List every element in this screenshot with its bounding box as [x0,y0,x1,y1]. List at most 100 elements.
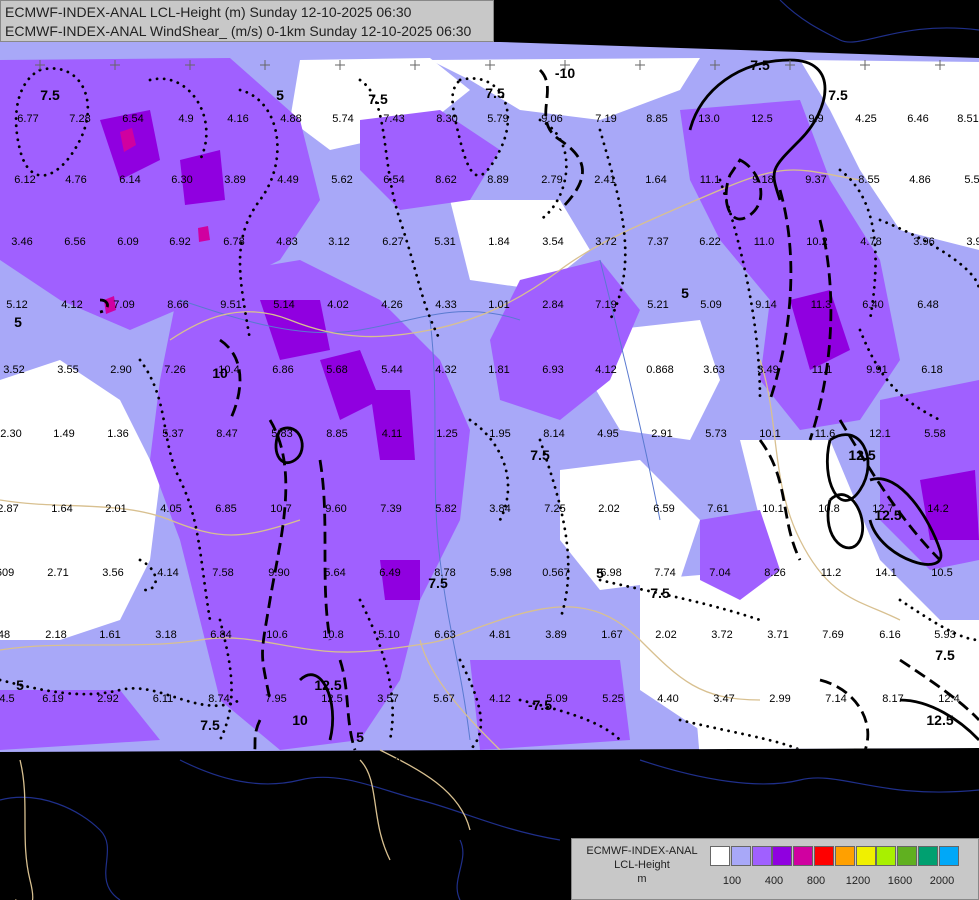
grid-value-label: 8.89 [487,174,508,186]
grid-value-label: 4.41 [35,756,56,768]
contour-label: 7.5 [750,57,770,73]
grid-value-label: 4.78 [860,236,881,248]
grid-value-label: 9.90 [268,567,289,579]
legend-tick: 2000 [929,875,955,887]
grid-value-label: 6.40 [862,299,883,311]
grid-value-label: 2.91 [651,428,672,440]
grid-value-label: 2.01 [105,503,126,515]
grid-value-label: 9.9 [808,113,823,125]
legend-swatch [793,846,814,866]
grid-value-label: 4.00 [379,756,400,768]
grid-value-label: 11.6 [815,428,836,440]
grid-value-label: 6.27 [382,236,403,248]
grid-value-label: 5.14 [273,299,294,311]
grid-value-label: 2.61 [92,756,113,768]
grid-value-label: 5.16 [207,756,228,768]
grid-value-label: 6.92 [169,236,190,248]
grid-value-label: 6.49 [379,567,400,579]
contour-label: 12.5 [848,447,875,463]
grid-value-label: 8.74 [208,693,229,705]
grid-value-label: 3.56 [102,567,123,579]
grid-value-label: 6.78 [223,236,244,248]
grid-value-label: 1.61 [99,629,120,641]
grid-value-label: 2.41 [594,174,615,186]
grid-value-label: 8.51 [957,113,978,125]
grid-value-label: 3.46 [11,236,32,248]
grid-value-label: 12.4 [938,693,959,705]
title-line-1: ECMWF-INDEX-ANAL LCL-Height (m) Sunday 1… [5,4,412,20]
grid-value-label: 7.61 [707,503,728,515]
grid-value-label: 8.14 [543,428,564,440]
grid-value-label: 6.22 [699,236,720,248]
grid-value-label: 3.89 [545,629,566,641]
grid-value-label: 5.44 [381,364,402,376]
grid-value-label: 6.85 [215,503,236,515]
legend-tick: 1600 [887,875,913,887]
grid-value-label: 5.58 [924,428,945,440]
grid-value-label: 5.93 [934,629,955,641]
grid-value-label: 3.57 [377,693,398,705]
grid-value-label: 3.21 [322,756,343,768]
grid-value-label: 1.49 [53,428,74,440]
legend-line-1: ECMWF-INDEX-ANAL [586,845,698,857]
grid-value-label: 7 [1,756,7,768]
grid-value-label: 6.14 [119,174,140,186]
grid-value-label: 1.67 [601,629,622,641]
grid-value-label: 8.55 [858,174,879,186]
contour-label: 7.5 [485,85,505,101]
grid-value-label: 11.3 [811,299,832,311]
legend-swatch [897,846,918,866]
contour-label: 5 [681,285,689,301]
grid-value-label: 5.79 [487,113,508,125]
legend-tick: 100 [722,875,742,887]
grid-value-label: 3.72 [595,236,616,248]
grid-value-label: 4.02 [327,299,348,311]
grid-value-label: 5.47 [661,756,682,768]
grid-value-label: 3.12 [328,236,349,248]
contour-label: 10 [292,712,308,728]
legend-swatch [938,846,959,866]
grid-value-label: 4.76 [65,174,86,186]
legend-swatch [814,846,834,866]
grid-value-label: 1.36 [107,428,128,440]
contour-label: 10 [212,365,228,381]
grid-value-label: 8.62 [435,174,456,186]
grid-value-label: 7.74 [654,567,675,579]
grid-value-label: 2.92 [97,693,118,705]
grid-value-label: 14.2 [927,503,948,515]
grid-value-label: 6.46 [907,113,928,125]
grid-value-label: 4.26 [381,299,402,311]
grid-value-label: 1.81 [488,364,509,376]
grid-value-label: 7.26 [164,364,185,376]
grid-value-label: 6.59 [653,503,674,515]
grid-value-label: 9.60 [325,503,346,515]
grid-value-label: 7.39 [380,503,401,515]
grid-value-label: 4.32 [603,756,624,768]
grid-value-label: 4.5 [0,693,15,705]
grid-value-label: 3.71 [767,629,788,641]
grid-value-label: 2.84 [542,299,563,311]
grid-value-label: 4.12 [489,693,510,705]
grid-value-label: 5.5 [964,174,979,186]
grid-value-label: 4.05 [160,503,181,515]
grid-value-label: 4.9 [178,113,193,125]
grid-value-label: 6.30 [171,174,192,186]
grid-value-label: 5.25 [602,693,623,705]
grid-value-label: 8.17 [882,693,903,705]
grid-value-label: 1.84 [488,236,509,248]
grid-value-label: 3.55 [57,364,78,376]
grid-value-label: 7.14 [825,693,846,705]
grid-value-label: 9.14 [755,299,776,311]
grid-value-label: 6.19 [42,693,63,705]
grid-value-label: 7.19 [595,299,616,311]
grid-value-label: 5.98 [490,567,511,579]
grid-value-label: 4.83 [276,236,297,248]
legend-line-3: m [637,873,647,885]
contour-label: 12.5 [926,712,953,728]
grid-value-label: 3.18 [155,629,176,641]
grid-value-label: 1.25 [436,428,457,440]
grid-value-label: 10.6 [266,629,287,641]
grid-value-label: 8.26 [764,567,785,579]
grid-value-label: 8.66 [167,299,188,311]
contour-label: 5 [276,87,284,103]
